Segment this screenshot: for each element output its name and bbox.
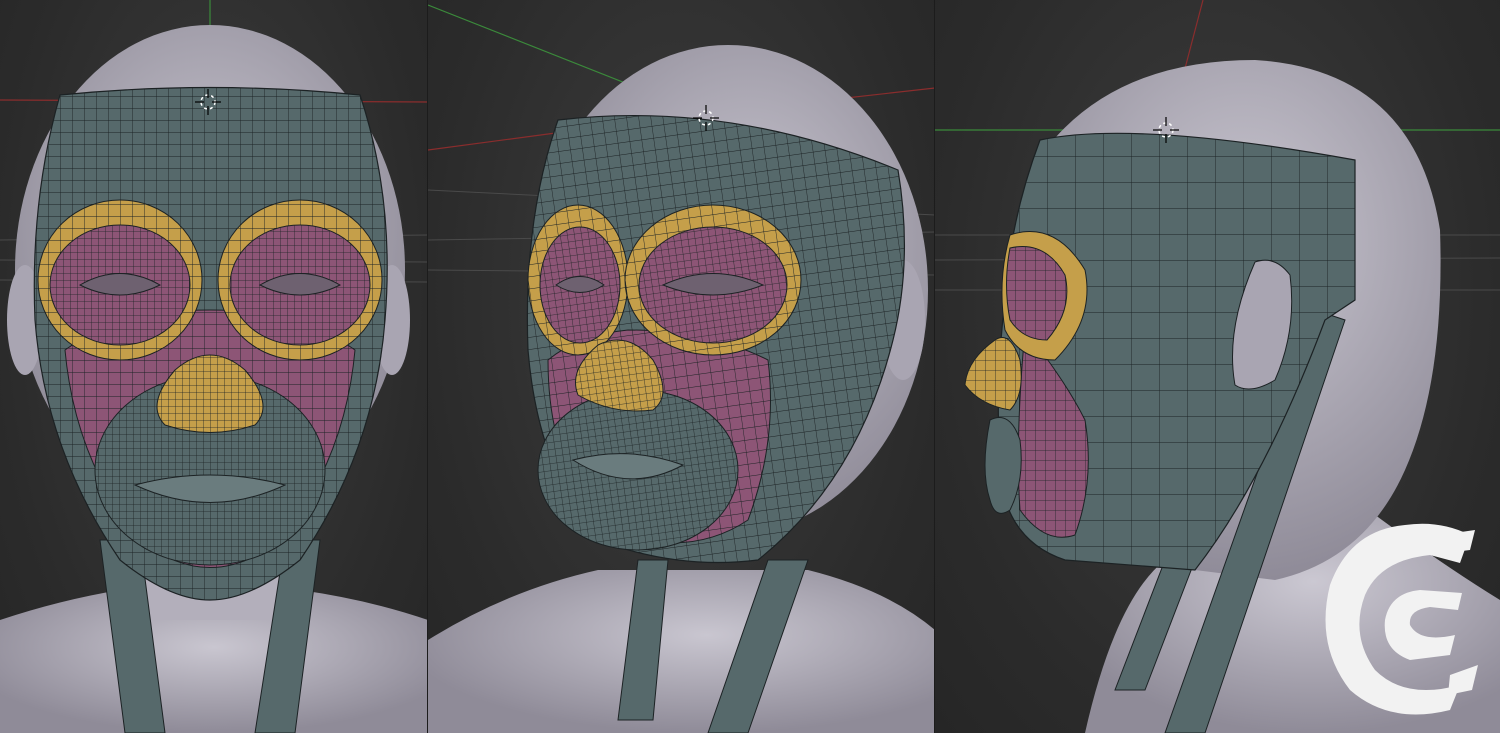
viewport-front[interactable] <box>0 0 428 733</box>
y-axis-line <box>428 4 644 91</box>
three-quarter-scene <box>428 4 935 733</box>
blender-viewport-collage <box>0 0 1500 733</box>
cg-cookie-logo-icon <box>1325 523 1478 715</box>
shoulders <box>428 570 935 733</box>
front-scene <box>0 0 428 733</box>
viewport-three-quarter[interactable] <box>428 0 935 733</box>
